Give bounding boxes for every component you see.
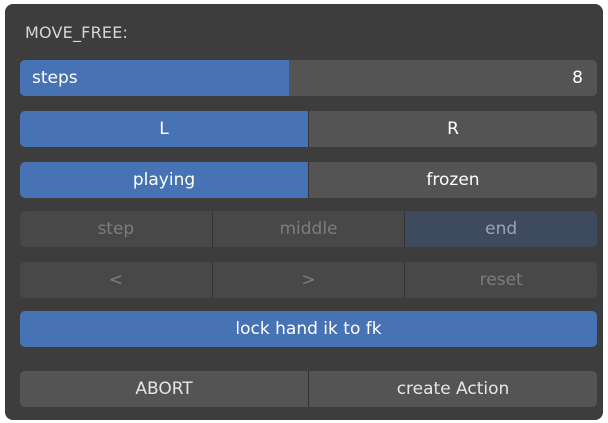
create-action-button[interactable]: create Action <box>308 371 597 407</box>
middle-button[interactable]: middle <box>211 211 405 247</box>
playing-button[interactable]: playing <box>20 162 308 198</box>
panel-title: MOVE_FREE: <box>25 23 129 42</box>
next-button[interactable]: > <box>211 262 405 298</box>
prev-button[interactable]: < <box>20 262 212 298</box>
frozen-button[interactable]: frozen <box>308 162 597 198</box>
steps-slider[interactable]: steps 8 <box>20 60 597 96</box>
side-l-button[interactable]: L <box>20 111 308 147</box>
nav-button-group: < > reset <box>20 262 597 298</box>
reset-button[interactable]: reset <box>404 262 597 298</box>
side-toggle-group: L R <box>20 111 597 147</box>
side-r-button[interactable]: R <box>308 111 597 147</box>
lock-row: lock hand ik to fk <box>20 311 597 347</box>
position-toggle-group: step middle end <box>20 211 597 247</box>
action-button-group: ABORT create Action <box>20 371 597 407</box>
abort-button[interactable]: ABORT <box>20 371 308 407</box>
mode-toggle-group: playing frozen <box>20 162 597 198</box>
steps-slider-label: steps <box>32 68 78 88</box>
lock-hand-ik-to-fk-button[interactable]: lock hand ik to fk <box>20 311 597 347</box>
step-button[interactable]: step <box>20 211 212 247</box>
steps-slider-value: 8 <box>572 68 583 88</box>
end-button[interactable]: end <box>404 211 597 247</box>
